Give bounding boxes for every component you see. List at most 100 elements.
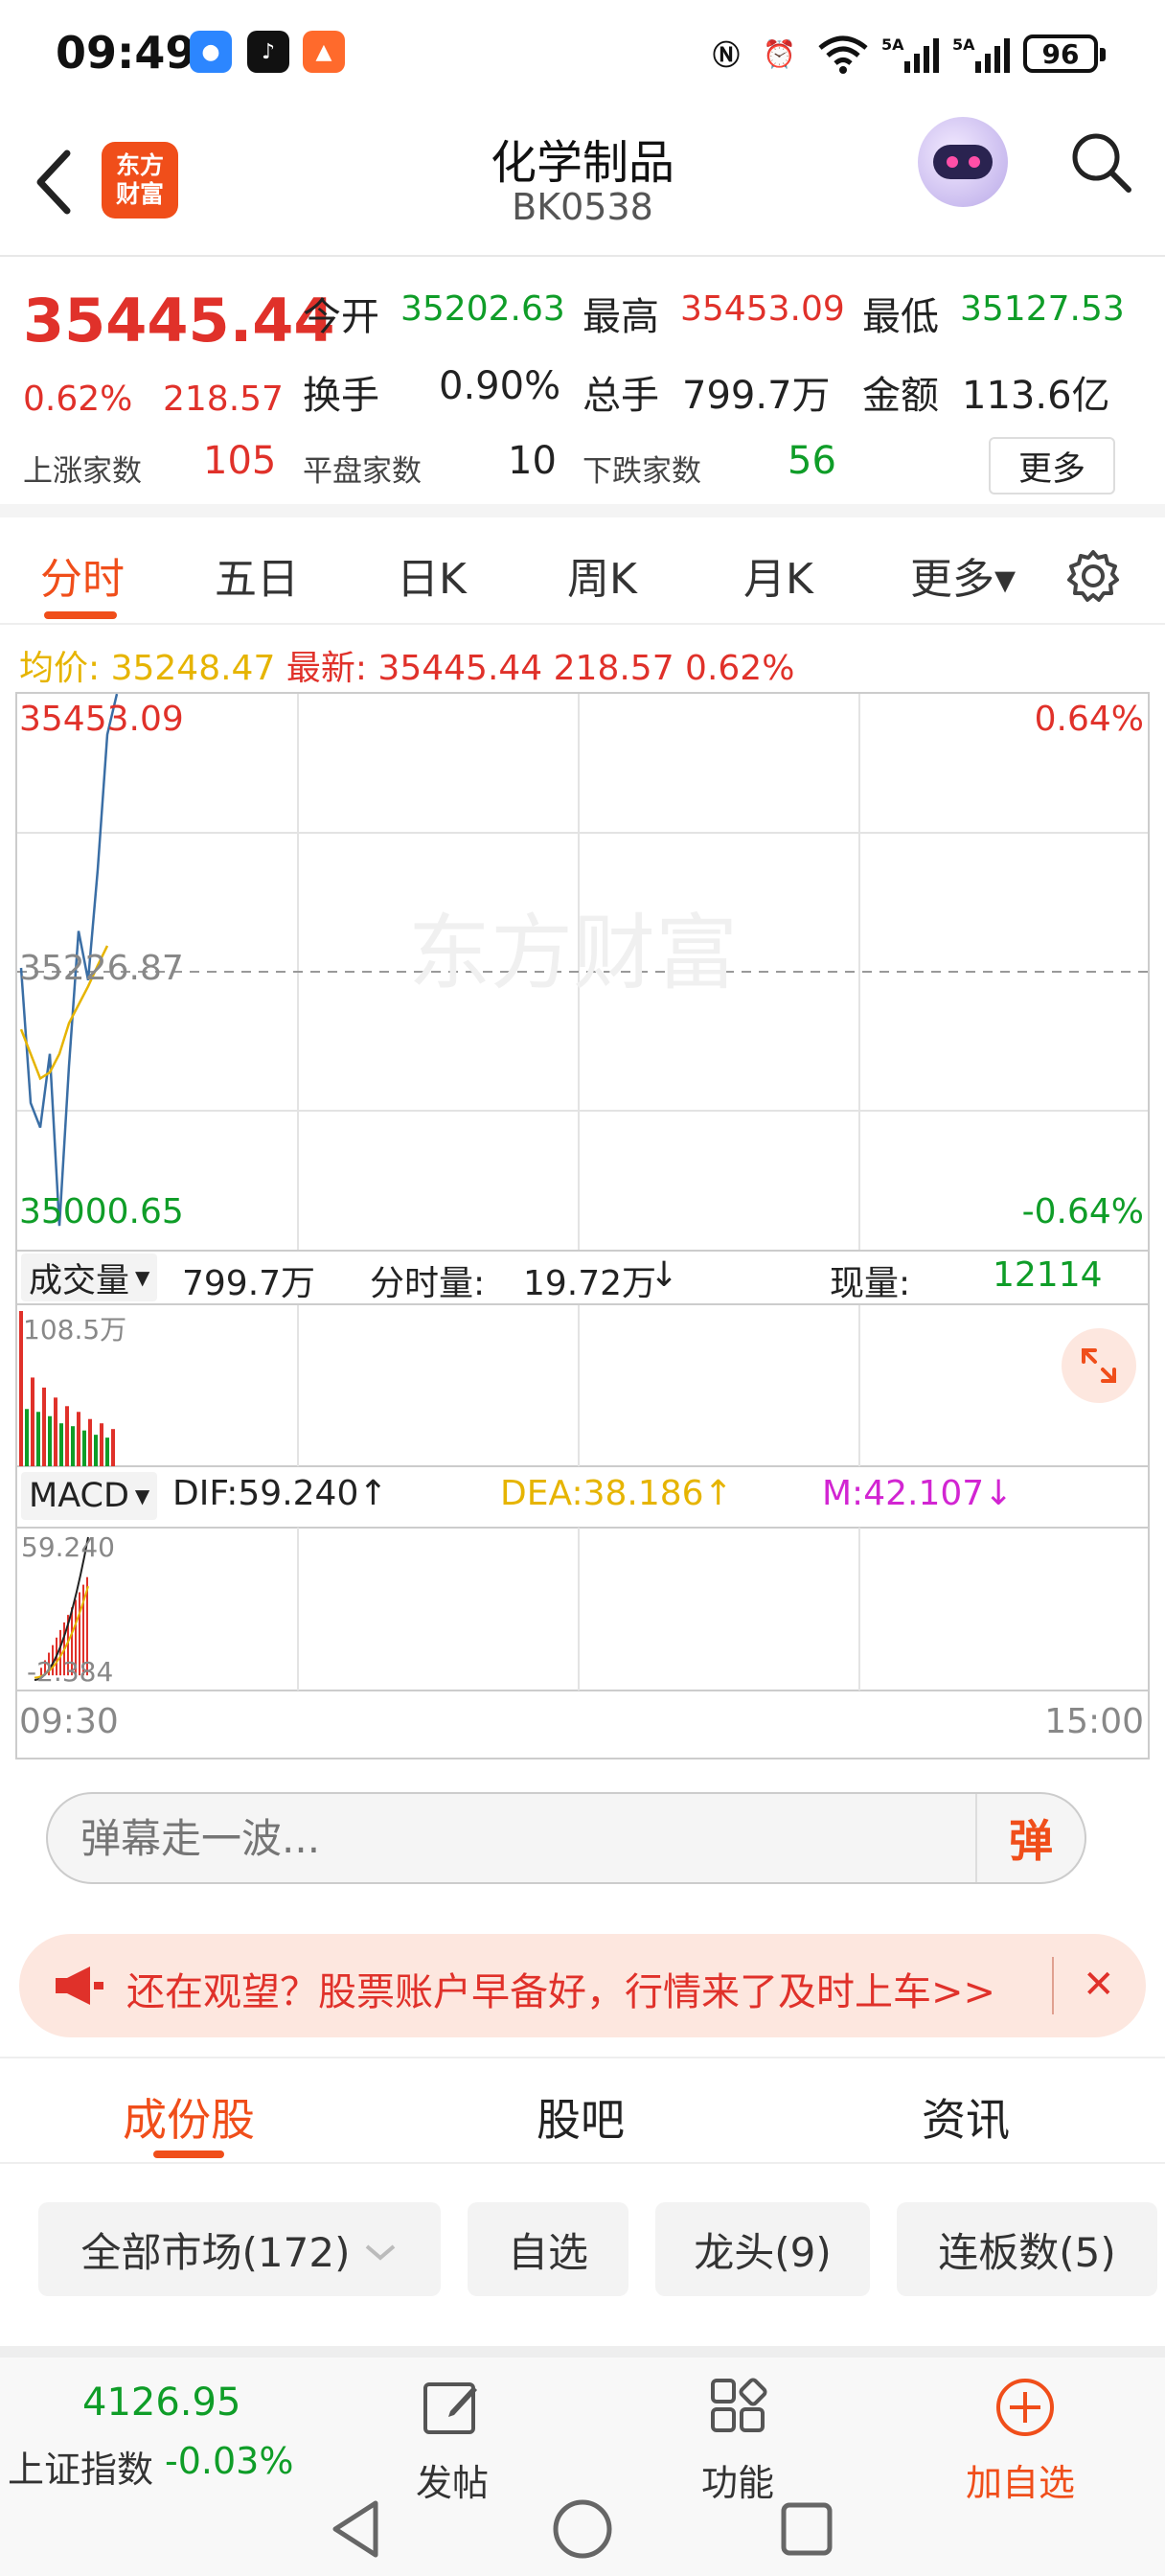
filter-consecutive-limit[interactable]: 连板数(5) (897, 2202, 1157, 2296)
open-value: 35202.63 (400, 289, 565, 329)
volume-bar (111, 1429, 115, 1466)
now-volume-label: 现量: (830, 1264, 911, 1303)
macd-top-label: 59.240 (21, 1531, 115, 1563)
more-button[interactable]: 更多 (989, 437, 1115, 494)
tab-daily-k[interactable]: 日K (397, 544, 467, 606)
latest-label: 最新: (286, 649, 367, 688)
down-label: 下跌家数 (582, 454, 701, 489)
dropdown-arrow-icon: ▼ (135, 1266, 150, 1289)
header: 东方 财富 化学制品 BK0538 (0, 105, 1165, 257)
turnover-value: 0.90% (439, 364, 561, 408)
edit-icon[interactable] (422, 2377, 481, 2440)
volume-bar (105, 1438, 109, 1466)
period-volume-value: 19.72万 (523, 1264, 657, 1303)
search-icon[interactable] (1067, 128, 1134, 196)
tab-active-indicator (44, 611, 117, 619)
signal-5a-icon: 5A (881, 33, 941, 75)
macd-dea: DEA:38.186↑ (500, 1474, 733, 1513)
add-circle-icon[interactable] (994, 2377, 1056, 2442)
status-time: 09:49 (56, 27, 196, 79)
promo-banner[interactable]: 还在观望？股票账户早备好，行情来了及时上车>> ✕ (19, 1934, 1146, 2037)
flat-count: 10 (508, 439, 557, 483)
tab-weekly-k[interactable]: 周K (567, 544, 637, 606)
volume-max-label: 108.5万 (23, 1314, 127, 1346)
filter-all-markets[interactable]: 全部市场(172) (38, 2202, 441, 2296)
current-price: 35445.44 (23, 286, 335, 356)
svg-text:5A: 5A (881, 35, 904, 54)
post-label[interactable]: 发帖 (416, 2453, 489, 2506)
function-label[interactable]: 功能 (701, 2453, 774, 2506)
status-bar: 09:49 ● ♪ ▲ Ⓝ ⏰ 5A 5A 96 (0, 0, 1165, 105)
flat-label: 平盘家数 (303, 454, 422, 489)
tab-monthly-k[interactable]: 月K (743, 544, 813, 606)
danmaku-button[interactable]: 弹 (975, 1794, 1085, 1882)
tab-forum[interactable]: 股吧 (537, 2085, 625, 2149)
up-count: 105 (203, 439, 277, 483)
danmaku-button-label: 弹 (1009, 1815, 1053, 1867)
volume-value: 799.7万 (682, 374, 831, 418)
app-icon-3: ▲ (303, 31, 345, 73)
volume-bar (36, 1412, 40, 1466)
price-info-line: 均价: 35248.47 最新: 35445.44 218.57 0.62% (19, 640, 794, 690)
assistant-robot-icon[interactable] (918, 117, 1008, 207)
avg-label: 均价: (19, 649, 101, 688)
app-icon-1: ● (190, 31, 232, 73)
index-value: 4126.95 (82, 2380, 241, 2425)
tab-intraday[interactable]: 分时 (40, 544, 125, 606)
danmaku-input[interactable] (80, 1809, 943, 1867)
settings-gear-icon[interactable] (1063, 546, 1123, 610)
add-watchlist-label[interactable]: 加自选 (966, 2453, 1075, 2506)
time-start: 09:30 (19, 1702, 119, 1741)
signal-5a-icon-2: 5A (952, 33, 1012, 75)
volume-bar (88, 1418, 92, 1466)
volume-bar (94, 1435, 98, 1466)
wifi-icon (816, 33, 870, 75)
down-arrow-icon: ↓ (650, 1255, 679, 1295)
macd-dif-value: DIF:59.240 (172, 1474, 359, 1513)
tab-more[interactable]: 更多▾ (910, 544, 1016, 606)
filter-watchlist[interactable]: 自选 (468, 2202, 628, 2296)
banner-text: 还在观望？股票账户早备好，行情来了及时上车>> (126, 1970, 996, 2014)
low-label: 最低 (862, 295, 939, 339)
y-axis-mid: 35226.87 (19, 949, 184, 988)
nav-back-icon[interactable] (326, 2497, 385, 2564)
index-name[interactable]: 上证指数 (8, 2440, 153, 2493)
volume-total: 799.7万 (182, 1264, 316, 1303)
macd-selector[interactable]: MACD ▼ (21, 1472, 158, 1520)
y-axis-bottom: 35000.65 (19, 1192, 184, 1231)
watermark: 东方财富 (408, 906, 738, 1001)
battery-icon: 96 (1023, 34, 1106, 73)
avg-value: 35248.47 (110, 649, 276, 688)
now-volume-value: 12114 (993, 1255, 1103, 1295)
volume-bar (59, 1423, 63, 1466)
content-tabs: 成份股 股吧 资讯 (0, 2057, 1165, 2164)
tiktok-icon: ♪ (247, 31, 289, 73)
volume-bar (82, 1430, 86, 1466)
tab-five-day[interactable]: 五日 (215, 544, 299, 606)
intraday-chart[interactable]: 东方财富 35453.09 35226.87 35000.65 0.64% -0… (15, 692, 1150, 1760)
chart-grid (17, 694, 1148, 1691)
macd-selector-label: MACD (29, 1477, 129, 1515)
macd-bottom-label: -2.384 (27, 1656, 114, 1688)
index-change: -0.03% (165, 2440, 294, 2482)
tab-constituents[interactable]: 成份股 (123, 2085, 255, 2149)
megaphone-icon (52, 1963, 105, 2012)
nav-home-icon[interactable] (552, 2497, 613, 2564)
turnover-label: 换手 (303, 374, 379, 418)
function-grid-icon[interactable] (709, 2377, 768, 2440)
down-arrow-icon: ↓ (984, 1474, 1014, 1513)
filter-all-markets-label: 全部市场(172) (80, 2228, 351, 2276)
filter-leaders[interactable]: 龙头(9) (655, 2202, 870, 2296)
volume-selector[interactable]: 成交量 ▼ (21, 1254, 158, 1301)
time-end: 15:00 (1044, 1702, 1144, 1741)
pct-axis-top: 0.64% (1034, 700, 1144, 739)
close-icon[interactable]: ✕ (1083, 1963, 1115, 2007)
tab-news[interactable]: 资讯 (922, 2085, 1010, 2149)
volume-bar (65, 1406, 69, 1466)
nav-recents-icon[interactable] (778, 2497, 835, 2564)
change-value: 218.57 (163, 380, 284, 419)
volume-bar (54, 1397, 57, 1466)
expand-icon[interactable] (1062, 1328, 1136, 1403)
macd-dif: DIF:59.240↑ (172, 1474, 388, 1513)
volume-bar (100, 1423, 103, 1466)
